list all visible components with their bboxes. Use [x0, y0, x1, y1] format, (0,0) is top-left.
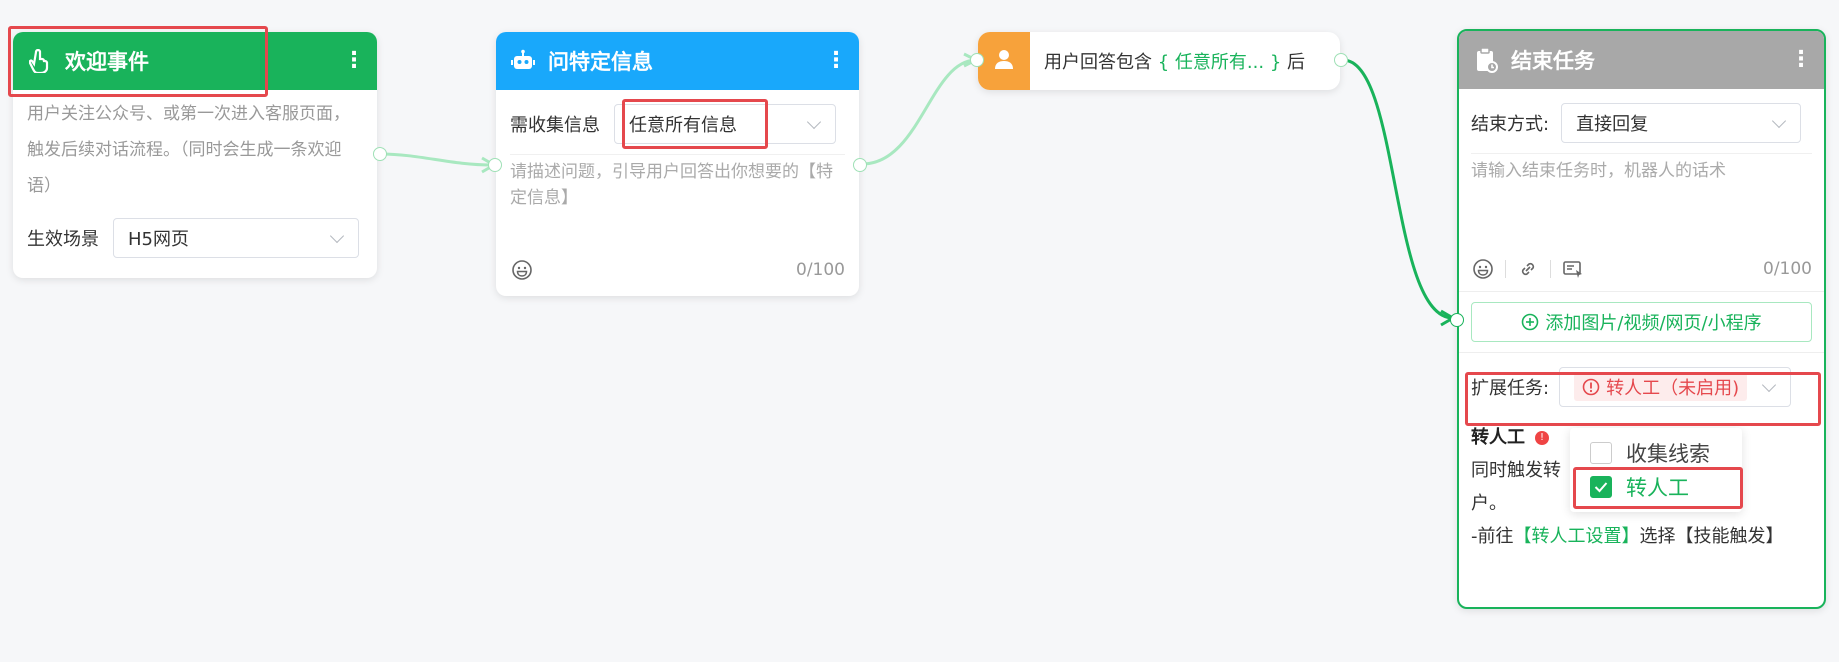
more-options-icon[interactable]: ⋮ — [343, 50, 365, 72]
extend-task-tag: 转人工（未启用) — [1574, 373, 1748, 401]
more-options-icon[interactable]: ⋮ — [825, 50, 847, 72]
connector-welcome-to-ask — [379, 152, 493, 167]
condition-text: 用户回答包含 { 任意所有... } 后 — [1030, 48, 1305, 74]
hand-pointer-icon — [27, 48, 53, 74]
end-card-header[interactable]: 结束任务 ⋮ — [1459, 31, 1824, 89]
output-port[interactable] — [373, 147, 387, 161]
end-method-label: 结束方式: — [1471, 114, 1550, 135]
transfer-goto-suffix: 选择【技能触发】 — [1639, 526, 1784, 547]
ask-info-card[interactable]: 问特定信息 ⋮ 需收集信息 任意所有信息 请描述问题，引导用户回答出你想要的【特… — [488, 32, 867, 296]
end-card-title: 结束任务 — [1511, 49, 1595, 73]
dropdown-option-collect[interactable]: 收集线索 — [1590, 436, 1722, 470]
add-media-label: 添加图片/视频/网页/小程序 — [1545, 313, 1762, 334]
transfer-goto-prefix: -前往 — [1471, 526, 1514, 547]
emoji-icon[interactable] — [1471, 257, 1495, 281]
condition-icon-box — [978, 32, 1030, 90]
dropdown-option-transfer[interactable]: 转人工 — [1590, 470, 1722, 504]
extend-task-value: 转人工（未启用) — [1606, 378, 1740, 399]
welcome-card-description: 用户关注公众号、或第一次进入客服页面，触发后续对话流程。（同时会生成一条欢迎语） — [27, 104, 350, 196]
collect-label: 需收集信息 — [510, 115, 600, 136]
checkbox-unchecked[interactable] — [1590, 442, 1612, 464]
condition-open-brace: { — [1157, 52, 1170, 73]
clipboard-icon — [1473, 47, 1499, 73]
input-port[interactable] — [970, 53, 984, 67]
welcome-event-card[interactable]: 欢迎事件 ⋮ 用户关注公众号、或第一次进入客服页面，触发后续对话流程。（同时会生… — [13, 32, 387, 278]
add-media-button[interactable]: 添加图片/视频/网页/小程序 — [1471, 302, 1812, 342]
chevron-down-icon — [1772, 116, 1786, 130]
warning-dot-icon: ! — [1535, 430, 1549, 445]
chevron-down-icon — [1762, 380, 1776, 394]
connector-ask-to-condition — [861, 58, 976, 166]
collect-select-value: 任意所有信息 — [629, 115, 737, 136]
extend-task-dropdown: 收集线索 转人工 — [1570, 428, 1742, 512]
link-icon[interactable] — [1516, 257, 1540, 281]
condition-close-brace: } — [1269, 52, 1282, 73]
input-port[interactable] — [1450, 313, 1464, 327]
scene-select[interactable]: H5网页 — [113, 218, 359, 258]
option-label: 收集线索 — [1626, 442, 1710, 466]
welcome-card-header[interactable]: 欢迎事件 ⋮ — [13, 32, 377, 90]
condition-suffix: 后 — [1287, 52, 1306, 73]
chevron-down-icon — [330, 231, 344, 245]
transfer-title: 转人工 — [1471, 427, 1525, 448]
extend-task-label: 扩展任务: — [1471, 378, 1550, 399]
input-port[interactable] — [488, 158, 502, 172]
user-icon — [993, 48, 1015, 74]
end-reply-textarea[interactable]: 请输入结束任务时，机器人的话术 — [1471, 153, 1812, 249]
checkmark-icon — [1594, 482, 1608, 493]
flow-canvas: 欢迎事件 ⋮ 用户关注公众号、或第一次进入客服页面，触发后续对话流程。（同时会生… — [0, 0, 1839, 662]
checkbox-checked[interactable] — [1590, 476, 1612, 498]
extend-task-select[interactable]: 转人工（未启用) — [1559, 367, 1792, 407]
scene-label: 生效场景 — [27, 229, 99, 250]
collect-select[interactable]: 任意所有信息 — [614, 104, 836, 144]
condition-node[interactable]: 用户回答包含 { 任意所有... } 后 — [970, 32, 1348, 90]
chevron-down-icon — [807, 117, 821, 131]
end-method-select-value: 直接回复 — [1576, 114, 1649, 135]
plus-circle-icon — [1521, 313, 1539, 331]
emoji-icon[interactable] — [510, 258, 534, 282]
ask-card-title: 问特定信息 — [548, 50, 653, 74]
condition-prefix: 用户回答包含 — [1044, 52, 1152, 73]
warning-circle-icon — [1582, 378, 1600, 396]
scene-select-value: H5网页 — [128, 229, 189, 250]
condition-value[interactable]: 任意所有... — [1175, 52, 1264, 73]
connector-condition-to-end — [1342, 58, 1454, 320]
ask-card-header[interactable]: 问特定信息 ⋮ — [496, 32, 859, 90]
toolbar-divider — [1550, 260, 1551, 278]
toolbar-divider — [1505, 260, 1506, 278]
welcome-card-title: 欢迎事件 — [65, 50, 149, 74]
char-counter: 0/100 — [1763, 259, 1812, 279]
output-port[interactable] — [853, 158, 867, 172]
transfer-settings-link[interactable]: 【转人工设置】 — [1514, 526, 1640, 547]
question-textarea[interactable]: 请描述问题，引导用户回答出你想要的【特定信息】 — [510, 154, 845, 250]
transfer-goto: -前往【转人工设置】选择【技能触发】 — [1471, 520, 1812, 553]
output-port[interactable] — [1334, 53, 1348, 67]
end-task-card[interactable]: 结束任务 ⋮ 结束方式: 直接回复 请输入结束任务时，机器人的话术 0/100 … — [1450, 29, 1826, 609]
more-options-icon[interactable]: ⋮ — [1790, 49, 1812, 71]
mini-program-icon[interactable] — [1561, 257, 1585, 281]
char-counter: 0/100 — [796, 260, 845, 280]
robot-icon — [510, 48, 536, 74]
end-method-select[interactable]: 直接回复 — [1561, 103, 1802, 143]
option-label: 转人工 — [1626, 476, 1689, 500]
